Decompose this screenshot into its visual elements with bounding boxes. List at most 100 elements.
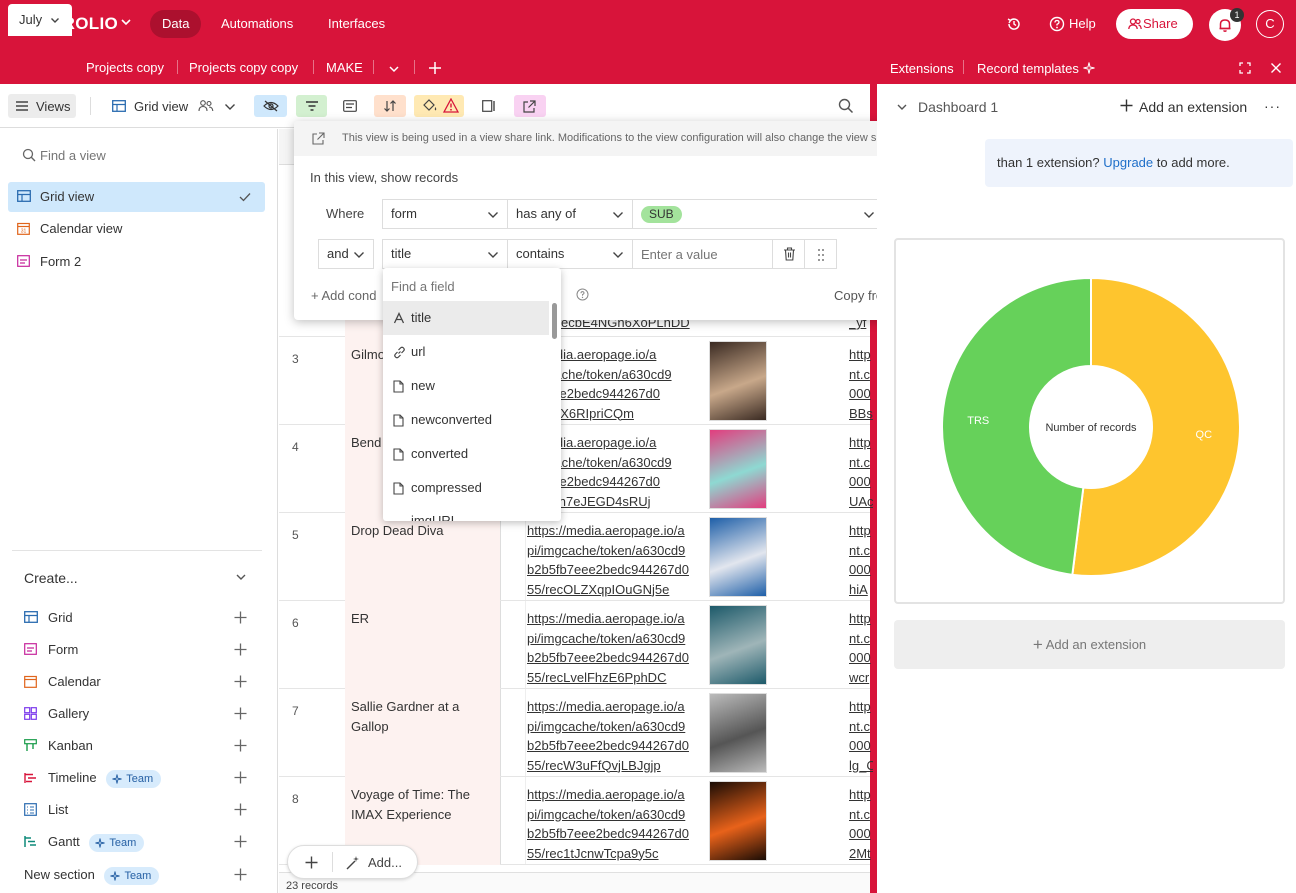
more-tables-chevron-icon[interactable] bbox=[388, 63, 400, 75]
title-cell[interactable]: Sallie Gardner at a Gallop bbox=[345, 689, 500, 777]
add-table-icon[interactable] bbox=[428, 61, 442, 75]
search-icon[interactable] bbox=[838, 98, 854, 114]
link-cell[interactable]: http nt.c 000 2Mt bbox=[849, 785, 873, 863]
delete-condition-button[interactable] bbox=[772, 239, 805, 269]
create-grid[interactable]: Grid bbox=[24, 607, 73, 629]
add-extension-box[interactable]: + Add an extension bbox=[894, 620, 1285, 669]
more-options-icon[interactable]: ··· bbox=[1264, 98, 1281, 114]
url-cell[interactable]: https://media.aeropage.io/a pi/imgcache/t… bbox=[527, 697, 697, 775]
poster-thumbnail[interactable] bbox=[709, 781, 767, 861]
create-heading[interactable]: Create... bbox=[24, 570, 78, 586]
condition-field-select[interactable]: title bbox=[382, 239, 508, 269]
upgrade-link[interactable]: Upgrade bbox=[1103, 155, 1153, 170]
link-cell[interactable]: http nt.c 000 hiA bbox=[849, 521, 873, 599]
field-option-title[interactable]: title bbox=[383, 301, 549, 335]
find-field-input[interactable] bbox=[391, 275, 551, 297]
field-option-imgurl[interactable]: imgURL bbox=[383, 505, 549, 521]
dropdown-scrollbar[interactable] bbox=[552, 303, 557, 339]
nav-automations[interactable]: Automations bbox=[209, 10, 305, 38]
sidebar-view-grid[interactable]: Grid view bbox=[8, 182, 265, 212]
plus-icon[interactable] bbox=[234, 739, 247, 752]
link-cell[interactable]: http nt.c 000 BBs bbox=[849, 345, 873, 423]
plus-icon[interactable] bbox=[234, 643, 247, 656]
poster-thumbnail[interactable] bbox=[709, 693, 767, 773]
poster-thumbnail[interactable] bbox=[709, 341, 767, 421]
close-icon[interactable] bbox=[1270, 62, 1282, 74]
plus-icon[interactable] bbox=[234, 771, 247, 784]
tab-make[interactable]: MAKE bbox=[326, 48, 363, 84]
title-cell[interactable]: Drop Dead Diva bbox=[345, 513, 500, 601]
field-option-url[interactable]: url bbox=[383, 335, 549, 369]
table-row[interactable]: 4 Bend://media.aeropage.io/a imgcache/toke… bbox=[279, 425, 873, 513]
field-option-converted[interactable]: converted bbox=[383, 437, 549, 471]
plus-icon[interactable] bbox=[234, 835, 247, 848]
chevron-down-icon[interactable] bbox=[120, 16, 132, 28]
current-view-selector[interactable]: Grid view bbox=[110, 96, 242, 118]
help-icon[interactable] bbox=[1049, 16, 1065, 32]
history-icon[interactable] bbox=[1006, 16, 1022, 32]
help-icon[interactable] bbox=[576, 288, 589, 301]
nav-interfaces[interactable]: Interfaces bbox=[316, 10, 397, 38]
field-option-compressed[interactable]: compressed bbox=[383, 471, 549, 505]
share-view-button[interactable] bbox=[514, 95, 546, 117]
plus-icon[interactable] bbox=[1120, 99, 1133, 112]
plus-icon[interactable] bbox=[234, 803, 247, 816]
sidebar-view-calendar[interactable]: 31 Calendar view bbox=[8, 214, 265, 244]
tab-projects-copy[interactable]: Projects copy bbox=[86, 48, 164, 84]
filter-button[interactable] bbox=[296, 95, 327, 117]
plus-icon[interactable] bbox=[234, 611, 247, 624]
hide-fields-button[interactable] bbox=[254, 95, 287, 117]
conjunction-select[interactable]: and bbox=[318, 239, 374, 269]
create-gallery[interactable]: Gallery bbox=[24, 703, 89, 725]
add-label[interactable]: Add... bbox=[368, 855, 402, 870]
tab-projects-copy-copy[interactable]: Projects copy copy bbox=[189, 48, 298, 84]
poster-thumbnail[interactable] bbox=[709, 429, 767, 509]
tab-july[interactable]: July bbox=[8, 4, 72, 36]
table-row[interactable]: 7 Sallie Gardner at a Gallop https://media… bbox=[279, 689, 873, 777]
link-cell[interactable]: http nt.c 000 wcr bbox=[849, 609, 873, 687]
title-cell[interactable]: ER bbox=[345, 601, 500, 689]
url-cell[interactable]: https://media.aeropage.io/a pi/imgcache/t… bbox=[527, 521, 697, 599]
extensions-tab[interactable]: Extensions bbox=[890, 61, 954, 76]
dashboard-title[interactable]: Dashboard 1 bbox=[918, 99, 998, 115]
field-option-new[interactable]: new bbox=[383, 369, 549, 403]
condition-value-select[interactable]: SUB bbox=[632, 199, 884, 229]
plus-icon[interactable] bbox=[234, 868, 247, 881]
sidebar-view-form[interactable]: Form 2 bbox=[8, 247, 265, 277]
table-row[interactable]: 5 Drop Dead Diva https://media.aeropage.io… bbox=[279, 513, 873, 601]
link-cell[interactable]: http nt.c 000 lg_C bbox=[849, 697, 873, 775]
avatar[interactable]: C bbox=[1256, 10, 1284, 38]
drag-handle[interactable] bbox=[804, 239, 837, 269]
share-button[interactable]: Share bbox=[1116, 9, 1193, 39]
create-form[interactable]: Form bbox=[24, 639, 78, 661]
help-label[interactable]: Help bbox=[1069, 16, 1096, 31]
table-row[interactable]: 3 Gilmo://media.aeropage.io/a imgcache/tok… bbox=[279, 337, 873, 425]
add-extension-button[interactable]: Add an extension bbox=[1139, 99, 1247, 115]
row-height-button[interactable] bbox=[474, 95, 504, 117]
condition-operator-select[interactable]: contains bbox=[507, 239, 633, 269]
condition-value-input[interactable] bbox=[632, 239, 773, 269]
create-gantt[interactable]: Gantt Team bbox=[24, 831, 145, 853]
plus-icon[interactable] bbox=[234, 707, 247, 720]
add-condition-button[interactable]: + Add cond bbox=[311, 288, 376, 303]
poster-thumbnail[interactable] bbox=[709, 605, 767, 685]
create-timeline[interactable]: Timeline Team bbox=[24, 767, 162, 789]
url-cell[interactable]: https://media.aeropage.io/a pi/imgcache/t… bbox=[527, 785, 697, 863]
sort-button[interactable] bbox=[374, 95, 406, 117]
field-option-newconverted[interactable]: newconverted bbox=[383, 403, 549, 437]
chevron-down-icon[interactable] bbox=[235, 571, 247, 583]
create-calendar[interactable]: Calendar bbox=[24, 671, 101, 693]
condition-field-select[interactable]: form bbox=[382, 199, 508, 229]
url-cell[interactable]: https://media.aeropage.io/a pi/imgcache/t… bbox=[527, 609, 697, 687]
condition-operator-select[interactable]: has any of bbox=[507, 199, 633, 229]
expand-icon[interactable] bbox=[1239, 62, 1251, 74]
chevron-down-icon[interactable] bbox=[896, 101, 908, 113]
find-view-input[interactable] bbox=[40, 143, 260, 167]
link-cell[interactable]: http nt.c 000 UAc bbox=[849, 433, 873, 511]
magic-wand-icon[interactable] bbox=[346, 855, 361, 870]
plus-icon[interactable] bbox=[234, 675, 247, 688]
views-toggle-button[interactable]: Views bbox=[8, 94, 76, 118]
add-record-plus-icon[interactable] bbox=[305, 856, 318, 869]
table-row[interactable]: 6 ER https://media.aeropage.io/a pi/imgcach… bbox=[279, 601, 873, 689]
create-kanban[interactable]: Kanban bbox=[24, 735, 93, 757]
